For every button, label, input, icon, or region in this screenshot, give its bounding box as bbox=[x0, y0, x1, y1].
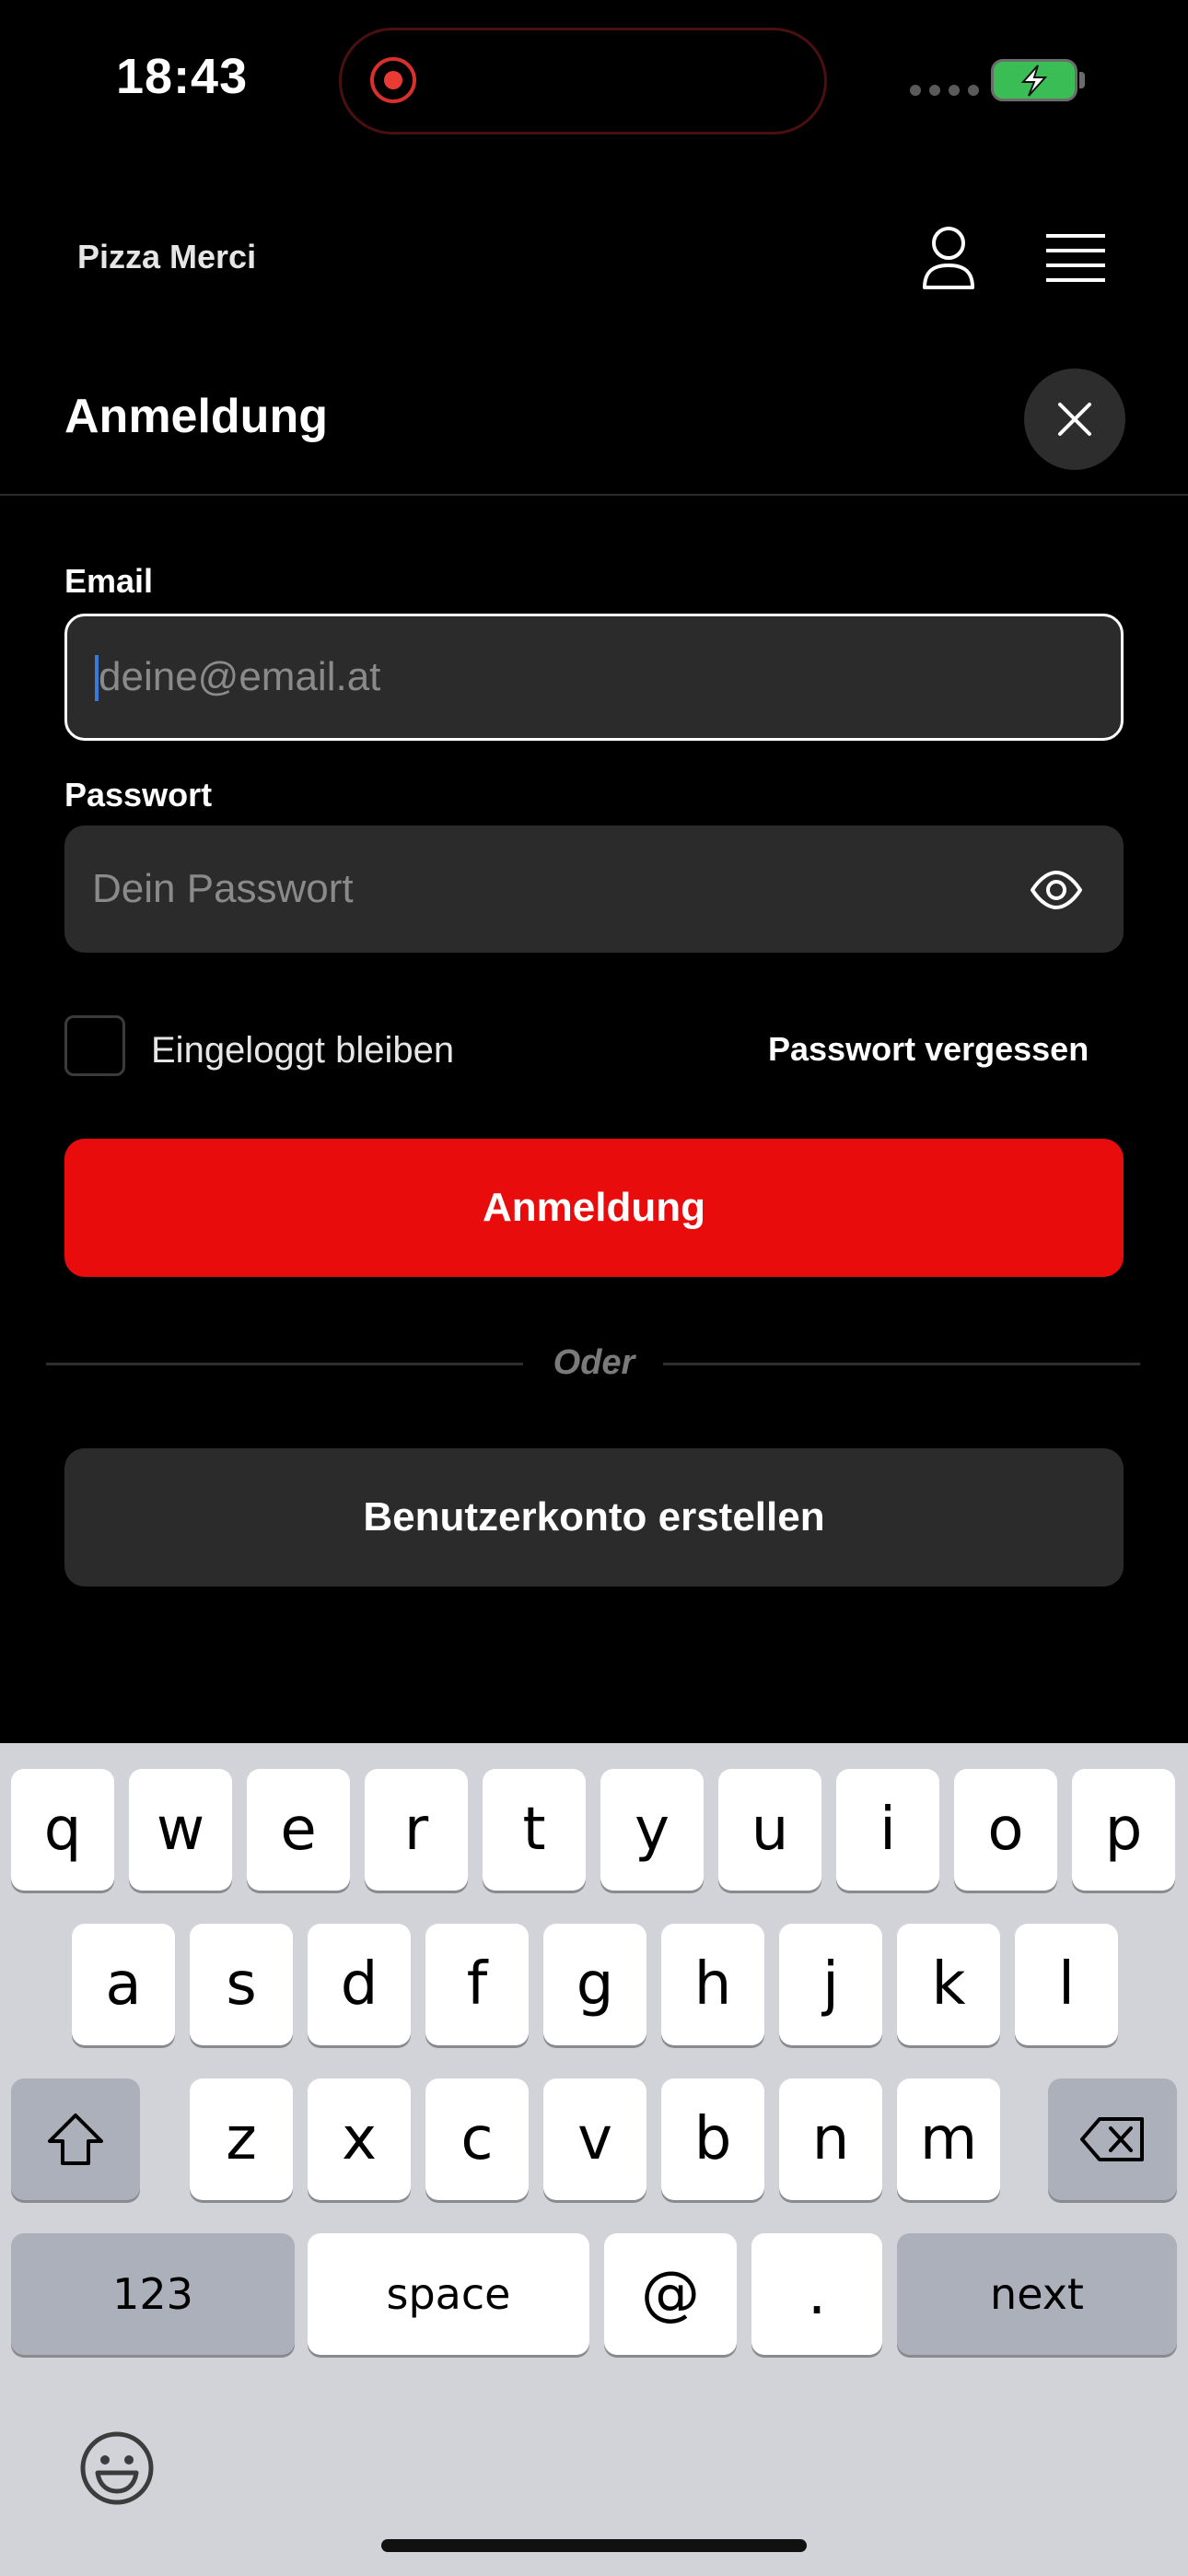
or-divider-left bbox=[46, 1363, 523, 1365]
key-q[interactable]: q bbox=[11, 1769, 114, 1891]
space-key[interactable]: space bbox=[308, 2233, 589, 2355]
dot-key[interactable]: . bbox=[751, 2233, 882, 2355]
recording-indicator-icon bbox=[370, 57, 416, 103]
password-label: Passwort bbox=[64, 776, 213, 814]
key-p[interactable]: p bbox=[1072, 1769, 1175, 1891]
email-input[interactable]: deine@email.at bbox=[64, 614, 1124, 741]
numbers-key[interactable]: 123 bbox=[11, 2233, 295, 2355]
modal-title: Anmeldung bbox=[64, 390, 328, 443]
key-e[interactable]: e bbox=[247, 1769, 350, 1891]
or-separator-text: Oder bbox=[553, 1343, 635, 1382]
key-d[interactable]: d bbox=[308, 1924, 411, 2045]
key-k[interactable]: k bbox=[897, 1924, 1000, 2045]
key-l[interactable]: l bbox=[1015, 1924, 1118, 2045]
password-placeholder: Dein Passwort bbox=[92, 866, 354, 911]
at-key[interactable]: @ bbox=[604, 2233, 737, 2355]
key-c[interactable]: c bbox=[425, 2078, 529, 2200]
key-m[interactable]: m bbox=[897, 2078, 1000, 2200]
key-n[interactable]: n bbox=[779, 2078, 882, 2200]
key-j[interactable]: j bbox=[779, 1924, 882, 2045]
hamburger-menu-icon[interactable] bbox=[1046, 232, 1105, 288]
header-divider bbox=[0, 494, 1188, 496]
key-o[interactable]: o bbox=[954, 1769, 1057, 1891]
brand-logo-text[interactable]: Pizza Merci bbox=[77, 238, 256, 276]
text-caret bbox=[95, 655, 99, 701]
backspace-icon bbox=[1080, 2117, 1144, 2161]
next-key[interactable]: next bbox=[897, 2233, 1177, 2355]
user-account-icon[interactable] bbox=[919, 225, 978, 296]
key-x[interactable]: x bbox=[308, 2078, 411, 2200]
email-placeholder: deine@email.at bbox=[99, 654, 381, 699]
key-s[interactable]: s bbox=[190, 1924, 293, 2045]
key-h[interactable]: h bbox=[661, 1924, 764, 2045]
key-t[interactable]: t bbox=[483, 1769, 586, 1891]
create-account-button[interactable]: Benutzerkonto erstellen bbox=[64, 1448, 1124, 1587]
onscreen-keyboard: q w e r t y u i o p a s d f g h j k l z … bbox=[0, 1743, 1188, 2576]
remember-me-checkbox[interactable] bbox=[64, 1015, 125, 1076]
key-g[interactable]: g bbox=[543, 1924, 646, 2045]
show-password-eye-icon[interactable] bbox=[1030, 870, 1083, 915]
key-f[interactable]: f bbox=[425, 1924, 529, 2045]
or-divider-right bbox=[663, 1363, 1140, 1365]
remember-me-label[interactable]: Eingeloggt bleiben bbox=[151, 1030, 454, 1071]
close-icon bbox=[1058, 403, 1091, 436]
battery-tip bbox=[1079, 72, 1085, 88]
key-w[interactable]: w bbox=[129, 1769, 232, 1891]
password-input[interactable]: Dein Passwort bbox=[64, 825, 1124, 953]
email-label: Email bbox=[64, 562, 154, 600]
forgot-password-link[interactable]: Passwort vergessen bbox=[768, 1030, 1089, 1069]
key-y[interactable]: y bbox=[600, 1769, 704, 1891]
key-z[interactable]: z bbox=[190, 2078, 293, 2200]
signal-icon bbox=[910, 85, 979, 96]
close-button[interactable] bbox=[1024, 369, 1125, 470]
key-b[interactable]: b bbox=[661, 2078, 764, 2200]
key-i[interactable]: i bbox=[836, 1769, 939, 1891]
battery-charging-icon bbox=[991, 59, 1077, 101]
key-r[interactable]: r bbox=[365, 1769, 468, 1891]
key-v[interactable]: v bbox=[543, 2078, 646, 2200]
key-u[interactable]: u bbox=[718, 1769, 821, 1891]
status-time: 18:43 bbox=[116, 49, 249, 104]
delete-key[interactable] bbox=[1048, 2078, 1177, 2200]
home-indicator[interactable] bbox=[381, 2539, 807, 2552]
key-a[interactable]: a bbox=[72, 1924, 175, 2045]
login-button[interactable]: Anmeldung bbox=[64, 1139, 1124, 1277]
shift-arrow-icon bbox=[48, 2113, 103, 2165]
emoji-icon[interactable] bbox=[79, 2430, 155, 2511]
shift-key[interactable] bbox=[11, 2078, 140, 2200]
